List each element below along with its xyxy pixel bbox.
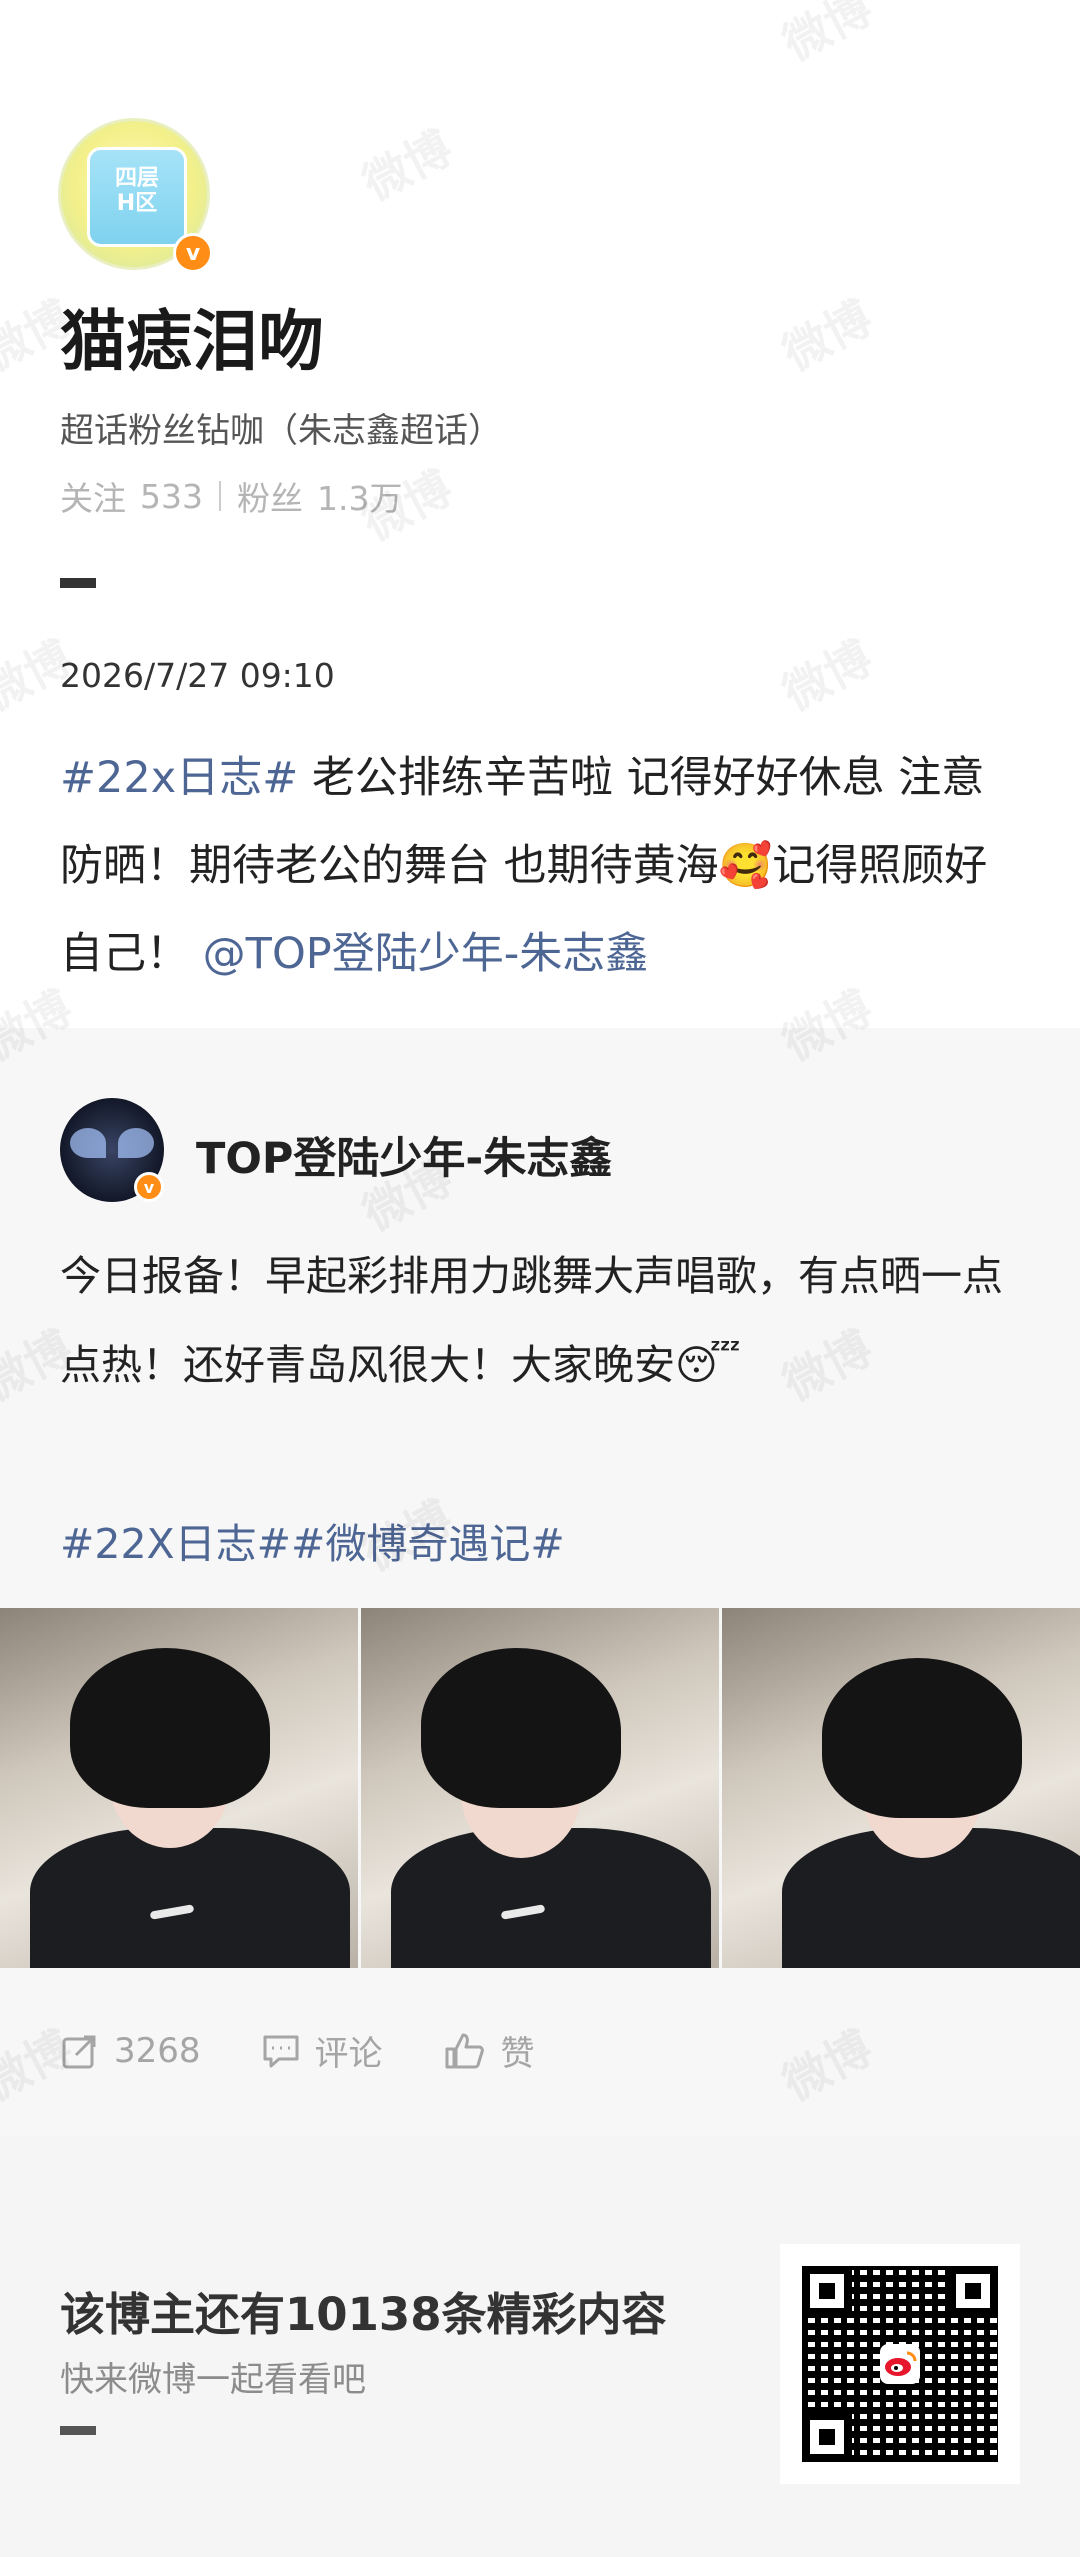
repost-hashtags[interactable]: #22X日志##微博奇遇记# [60, 1510, 565, 1570]
comment-label: 评论 [314, 2034, 383, 2074]
avatar-badge-art: 四层 H区 [87, 147, 187, 247]
watermark: 微博 [354, 120, 461, 212]
following-label[interactable]: 关注 [60, 472, 126, 520]
emoji: 🥰 [718, 841, 773, 891]
username[interactable]: 猫痣泪吻 [60, 288, 324, 384]
watermark: 微博 [774, 290, 881, 382]
mention-link[interactable]: @TOP登陆少年-朱志鑫 [203, 929, 649, 979]
footer-title: 该博主还有10138条精彩内容 [60, 2288, 667, 2341]
like-button[interactable]: 赞 [443, 2026, 535, 2075]
verified-badge-icon: v [134, 1172, 164, 1202]
verified-badge-icon: v [173, 233, 213, 273]
watermark: 微博 [774, 0, 881, 72]
footer-dash [60, 2426, 96, 2435]
footer-subtitle: 快来微博一起看看吧 [60, 2360, 366, 2400]
qr-finder [802, 2266, 852, 2316]
repost-photo-2[interactable] [361, 1608, 719, 1968]
divider [219, 481, 221, 511]
following-count[interactable]: 533 [140, 477, 203, 516]
emoji: 😴 [675, 1341, 741, 1389]
follow-stats: 关注 533 粉丝 1.3万 [60, 472, 402, 520]
followers-label[interactable]: 粉丝 [237, 472, 303, 520]
repost-count: 3268 [114, 2030, 201, 2071]
share-icon [62, 2035, 96, 2068]
repost-text-body: 今日报备！早起彩排用力跳舞大声唱歌，有点晒一点点热！还好青岛风很大！大家晚安 [60, 1252, 1003, 1389]
followers-count[interactable]: 1.3万 [317, 472, 402, 520]
comment-icon [263, 2035, 299, 2067]
post-actions-bar: 3268 评论 赞 [60, 2026, 595, 2075]
repost-photo-1[interactable] [0, 1608, 358, 1968]
photo-hair [70, 1648, 270, 1808]
comment-button[interactable]: 评论 [261, 2026, 383, 2075]
repost-text: 今日报备！早起彩排用力跳舞大声唱歌，有点晒一点点热！还好青岛风很大！大家晚安😴 [60, 1232, 1020, 1410]
hashtag-link[interactable]: #22x日志# [60, 753, 298, 803]
weibo-logo-icon [880, 2344, 920, 2384]
photo-shirt [30, 1828, 350, 1968]
qr-code-card[interactable] [780, 2244, 1020, 2484]
avatar-wing-right [118, 1128, 154, 1158]
photo-hair [822, 1658, 1022, 1818]
qr-finder [948, 2266, 998, 2316]
qr-finder [802, 2412, 852, 2462]
avatar-wing-left [70, 1128, 106, 1158]
repost-photo-3[interactable] [722, 1608, 1080, 1968]
like-icon [445, 2033, 484, 2068]
photo-hair [421, 1648, 621, 1808]
watermark: 微博 [774, 630, 881, 722]
post-content: #22x日志# 老公排练辛苦啦 记得好好休息 注意防晒！期待老公的舞台 也期待黄… [60, 734, 1020, 998]
repost-author-name[interactable]: TOP登陆少年-朱志鑫 [196, 1124, 612, 1186]
repost-button[interactable]: 3268 [60, 2031, 201, 2071]
repost-author-avatar[interactable]: v [60, 1098, 164, 1202]
like-label: 赞 [500, 2034, 535, 2074]
qr-code [802, 2266, 998, 2462]
supertopic-badge[interactable]: 超话粉丝钻咖（朱志鑫超话） [60, 403, 502, 452]
post-timestamp: 2026/7/27 09:10 [60, 656, 335, 695]
user-avatar[interactable]: 四层 H区 v [58, 118, 213, 273]
section-divider-dash [60, 578, 96, 588]
